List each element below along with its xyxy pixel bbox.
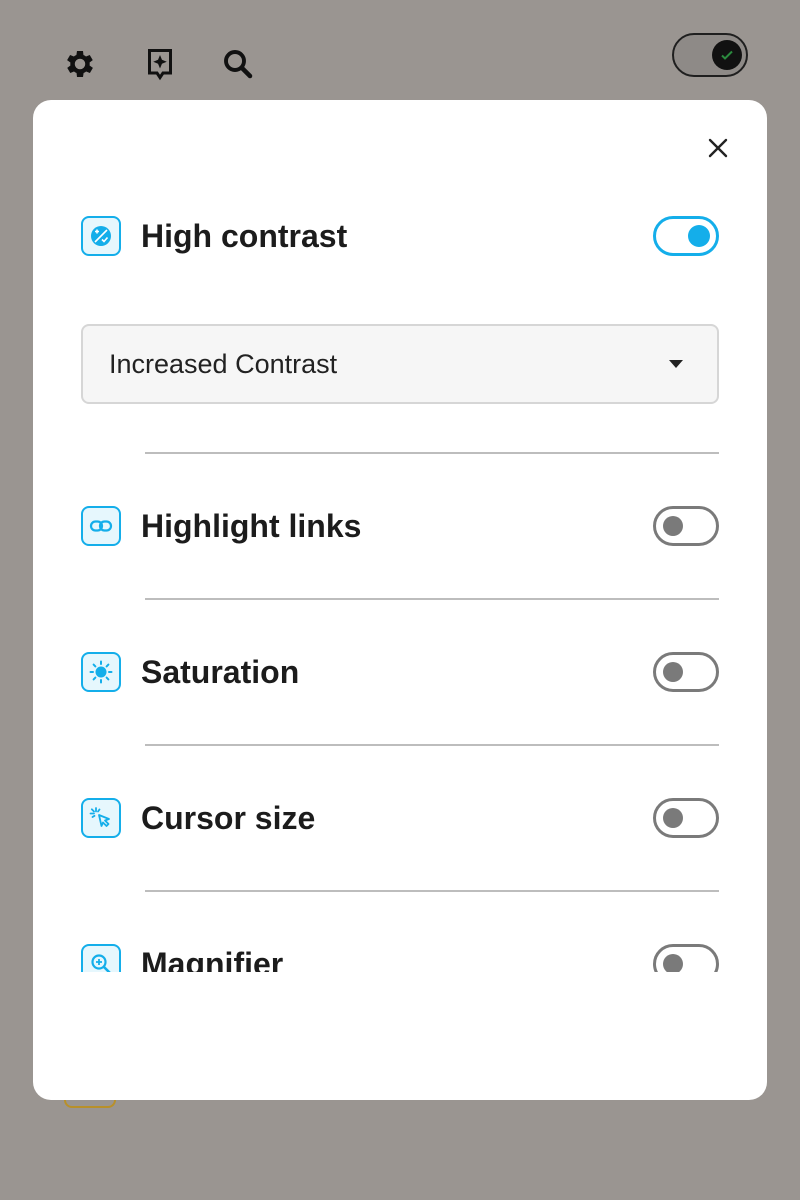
saturation-toggle[interactable] — [653, 652, 719, 692]
select-value: Increased Contrast — [109, 348, 338, 379]
theme-toggle[interactable] — [672, 33, 748, 77]
checkmark-icon — [721, 50, 733, 60]
settings-button[interactable] — [60, 44, 100, 84]
sparkle-badge-icon — [148, 49, 172, 81]
magnifier-icon — [81, 944, 121, 972]
sun-icon — [81, 652, 121, 692]
highlight-links-toggle[interactable] — [653, 506, 719, 546]
setting-label: Magnifier — [141, 945, 284, 973]
contrast-icon — [81, 216, 121, 256]
cursor-size-toggle[interactable] — [653, 798, 719, 838]
toggle-knob — [663, 516, 683, 536]
search-button[interactable] — [218, 44, 258, 84]
setting-row-highlight-links: Highlight links — [81, 504, 719, 548]
gear-icon — [67, 50, 93, 78]
accessibility-panel: High contrast Increased Contrast Highlig… — [33, 100, 767, 1100]
setting-row-magnifier: Magnifier — [81, 942, 719, 972]
toggle-knob — [663, 954, 683, 972]
contrast-mode-select[interactable]: Increased Contrast — [81, 324, 719, 404]
assistant-button[interactable] — [140, 44, 180, 84]
divider — [145, 890, 719, 892]
high-contrast-toggle[interactable] — [653, 216, 719, 256]
top-toolbar — [0, 0, 800, 100]
search-icon — [224, 50, 253, 79]
cursor-icon — [81, 798, 121, 838]
setting-label: High contrast — [141, 217, 348, 254]
setting-label: Saturation — [141, 653, 300, 690]
divider — [145, 598, 719, 600]
setting-label: Highlight links — [141, 507, 362, 544]
settings-list[interactable]: High contrast Increased Contrast Highlig… — [33, 100, 767, 972]
setting-label: Cursor size — [141, 799, 316, 836]
link-icon — [81, 506, 121, 546]
toggle-knob — [688, 225, 710, 247]
theme-toggle-knob — [712, 40, 742, 70]
setting-row-high-contrast: High contrast — [81, 214, 719, 258]
toggle-knob — [663, 808, 683, 828]
setting-row-cursor-size: Cursor size — [81, 796, 719, 840]
divider — [145, 452, 719, 454]
setting-row-saturation: Saturation — [81, 650, 719, 694]
chevron-down-icon — [669, 360, 683, 368]
toggle-knob — [663, 662, 683, 682]
divider — [145, 744, 719, 746]
magnifier-toggle[interactable] — [653, 944, 719, 972]
